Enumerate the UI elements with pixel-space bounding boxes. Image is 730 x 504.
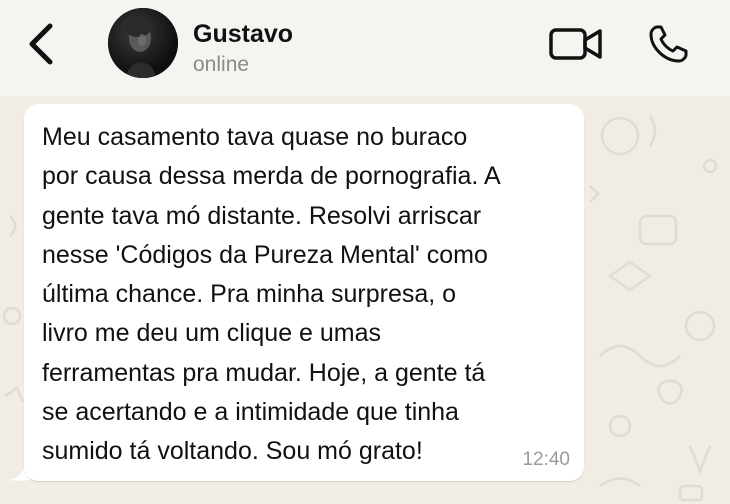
chat-area[interactable]: Meu casamento tava quase no buraco por c… — [0, 96, 730, 504]
chat-header: Gustavo online — [0, 0, 730, 96]
contact-name[interactable]: Gustavo — [193, 20, 293, 49]
video-call-button[interactable] — [548, 25, 604, 63]
voice-call-button[interactable] — [648, 24, 690, 64]
message-timestamp: 12:40 — [522, 449, 570, 470]
chevron-left-icon — [29, 23, 53, 65]
message-bubble[interactable]: Meu casamento tava quase no buraco por c… — [24, 104, 584, 481]
video-camera-icon — [549, 28, 602, 60]
avatar-photo — [108, 8, 178, 78]
avatar[interactable] — [108, 8, 178, 78]
phone-icon — [649, 25, 688, 63]
message-text: Meu casamento tava quase no buraco por c… — [42, 123, 501, 466]
contact-status: online — [193, 53, 250, 76]
back-button[interactable] — [22, 20, 62, 68]
